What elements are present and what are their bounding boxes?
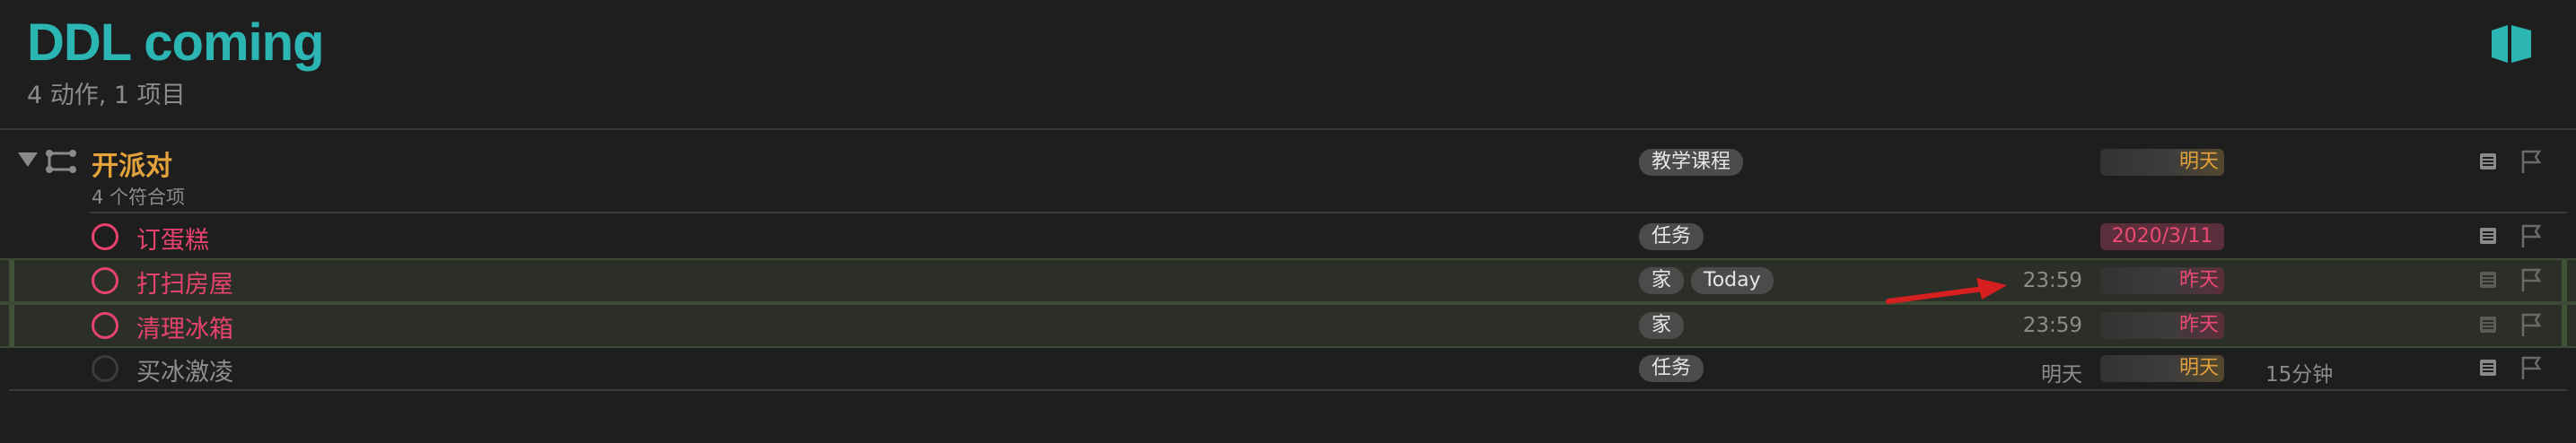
task-checkbox[interactable] [92,223,118,250]
task-due-date[interactable]: 昨天 [2100,267,2224,294]
flag-icon[interactable] [2520,267,2542,292]
project-icon [46,150,76,173]
task-checbox[interactable] [92,267,118,294]
project-tag[interactable]: 教学课程 [1639,149,1744,176]
red-arrow-annotation-icon [1886,278,2007,304]
task-defer-time[interactable]: 23:59 [1975,314,2082,337]
flag-icon[interactable] [2520,149,2542,174]
task-tag[interactable]: 家 [1639,267,1685,294]
task-tag[interactable]: 任务 [1639,355,1704,382]
flag-icon[interactable] [2520,355,2542,380]
note-icon[interactable] [2479,316,2497,334]
selection-bar [9,260,14,301]
row-divider [90,212,2567,213]
task-title[interactable]: 打扫房屋 [136,265,233,300]
task-due-date[interactable]: 2020/3/11 [2100,223,2224,250]
task-title[interactable]: 买冰激凌 [136,352,233,387]
task-due-date[interactable]: 明天 [2100,355,2224,382]
task-row[interactable]: 订蛋糕 任务 2020/3/11 [0,215,2576,258]
task-title[interactable]: 订蛋糕 [136,221,209,256]
task-checkbox[interactable] [92,355,118,382]
perspective-summary: 4 动作, 1 项目 [27,82,186,109]
project-title[interactable]: 开派对 [92,143,172,183]
flag-icon[interactable] [2520,312,2542,337]
selection-bar [9,305,14,346]
selection-bar-end [2562,260,2567,301]
task-title[interactable]: 清理冰箱 [136,309,233,344]
note-icon[interactable] [2479,359,2497,377]
note-icon[interactable] [2479,152,2497,170]
header-divider [0,128,2576,130]
task-row[interactable]: 打扫房屋 家 Today 23:59 昨天 [0,258,2576,303]
project-row[interactable]: 开派对 4 个符合项 教学课程 明天 [0,136,2576,212]
list-bottom-divider [9,389,2567,391]
task-row[interactable]: 买冰激凌 任务 明天 明天 15分钟 [0,348,2576,389]
task-tag[interactable]: Today [1691,267,1774,294]
task-tag[interactable]: 家 [1639,312,1685,339]
task-due-date[interactable]: 昨天 [2100,312,2224,339]
task-row[interactable]: 清理冰箱 家 23:59 昨天 [0,303,2576,348]
note-icon[interactable] [2479,271,2497,289]
project-match-count: 4 个符合项 [92,187,186,208]
selection-bar-end [2562,305,2567,346]
task-duration[interactable]: 15分钟 [2265,357,2333,387]
task-checkbox[interactable] [92,312,118,339]
inspector-toggle-icon[interactable] [2488,23,2535,65]
project-due-date[interactable]: 明天 [2100,149,2224,176]
disclosure-triangle-icon[interactable] [18,152,38,167]
task-tag[interactable]: 任务 [1639,223,1704,250]
perspective-header: DDL coming 4 动作, 1 项目 [0,0,2576,128]
task-defer-date[interactable]: 明天 [1975,357,2082,387]
note-icon[interactable] [2479,227,2497,245]
perspective-title: DDL coming [27,13,324,72]
flag-icon[interactable] [2520,223,2542,248]
